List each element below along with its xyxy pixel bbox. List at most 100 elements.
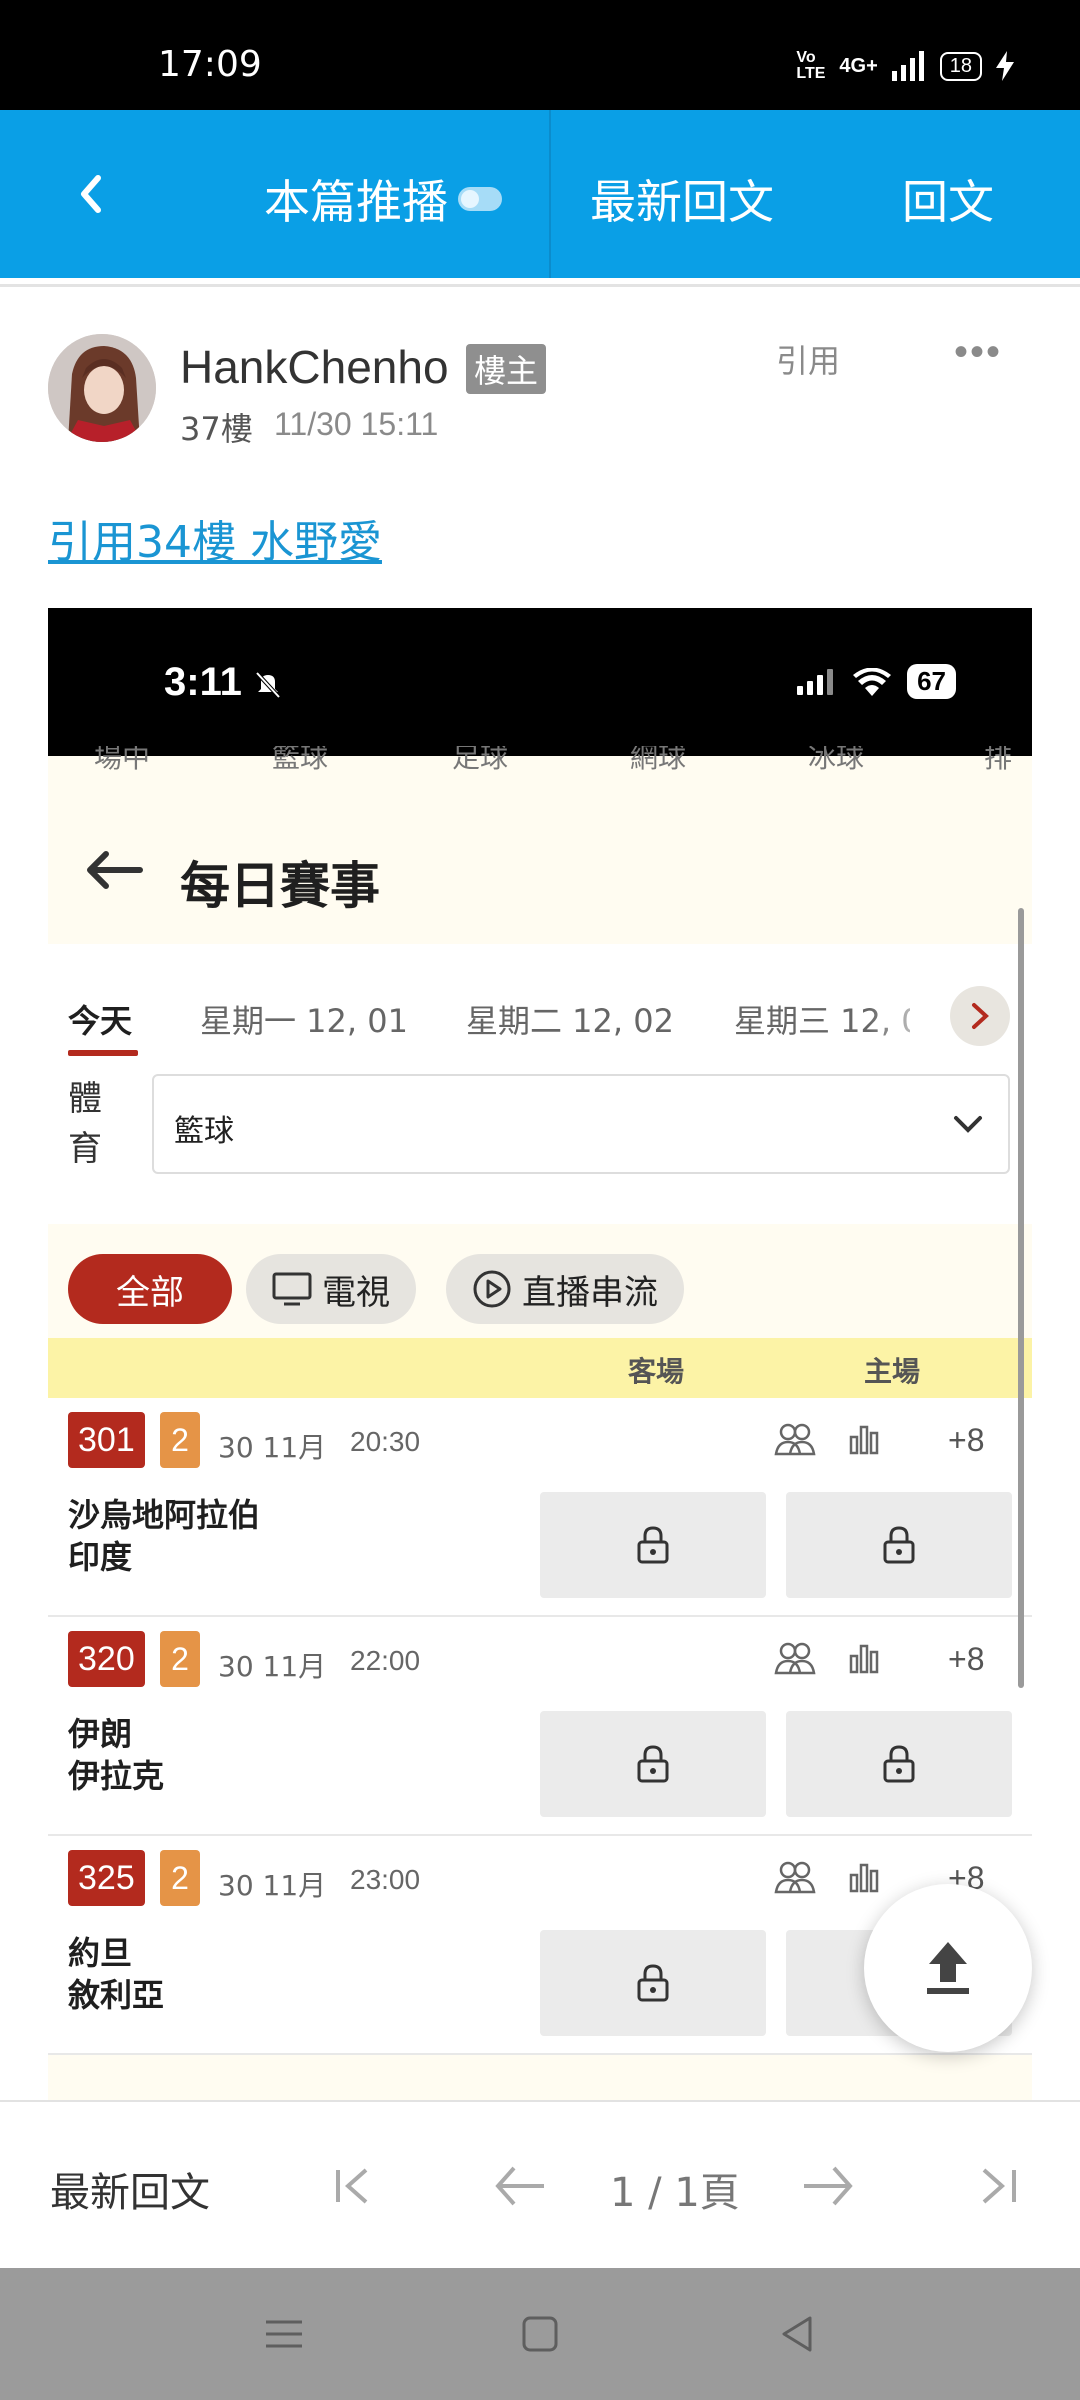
home-odds-button[interactable] xyxy=(786,1492,1012,1598)
sport-category-strip: 場中 籃球 足球 網球 冰球 排球 xyxy=(48,746,1032,774)
team-name: 伊拉克 xyxy=(68,1757,165,1795)
away-odds-button[interactable] xyxy=(540,1711,766,1817)
match-time: 22:00 xyxy=(350,1645,421,1676)
battery-indicator: 18 xyxy=(939,51,982,81)
match-id: 301 xyxy=(68,1412,145,1468)
team-name: 約旦 xyxy=(68,1934,133,1972)
status-icons: Vo LTE 4G+ 18 xyxy=(796,50,1014,82)
latest-replies-button[interactable]: 最新回文 xyxy=(590,166,774,232)
pager-latest-replies[interactable]: 最新回文 xyxy=(50,2160,210,2218)
avatar[interactable] xyxy=(48,334,156,442)
away-odds-button[interactable] xyxy=(540,1492,766,1598)
team-name: 沙烏地阿拉伯 xyxy=(68,1496,261,1534)
first-page-icon[interactable] xyxy=(326,2158,382,2214)
op-badge: 樓主 xyxy=(466,344,547,394)
more-options-icon[interactable]: ••• xyxy=(954,330,1002,375)
tv-icon xyxy=(272,1272,312,1306)
next-page-icon[interactable] xyxy=(798,2158,858,2214)
cellular-icon xyxy=(797,668,834,695)
more-markets[interactable]: +8 xyxy=(948,1422,984,1459)
match-row[interactable]: 320 2 30 11月 22:00 +8 伊朗 伊拉克 xyxy=(48,1617,1032,1836)
match-date: 30 11月 xyxy=(218,1431,327,1464)
quote-link[interactable]: 引用34樓 水野愛 xyxy=(48,506,382,570)
tab-tuesday[interactable]: 星期二 12, 02 xyxy=(466,996,674,1042)
filter-tv[interactable]: 電視 xyxy=(246,1254,416,1324)
filter-chips: 全部 電視 直播串流 xyxy=(48,1224,1032,1354)
play-circle-icon xyxy=(473,1270,511,1308)
match-count-badge: 2 xyxy=(160,1850,200,1906)
sport-category[interactable]: 場中 xyxy=(94,746,150,774)
stats-icon[interactable] xyxy=(848,1423,880,1455)
app-header: 本篇推播 最新回文 回文 xyxy=(0,110,1080,278)
quote-button[interactable]: 引用 xyxy=(776,336,840,382)
match-time: 23:00 xyxy=(350,1864,421,1895)
prev-page-icon[interactable] xyxy=(490,2158,550,2214)
scroll-top-button[interactable] xyxy=(864,1884,1032,2052)
date-tabs-area: 今天 星期一 12, 01 星期二 12, 02 星期三 12, 03 體育 籃… xyxy=(48,944,1032,1224)
away-odds-button[interactable] xyxy=(540,1930,766,2036)
embedded-screenshot[interactable]: 3:11 67 場中 籃球 足球 網球 冰球 排球 每日賽事 今天 星期一 12… xyxy=(48,608,1032,2102)
header-divider xyxy=(549,110,551,278)
status-time: 17:09 xyxy=(158,44,262,85)
arrow-left-icon[interactable] xyxy=(84,848,144,892)
signal-icon xyxy=(891,51,924,81)
sport-category[interactable]: 網球 xyxy=(630,746,686,774)
reply-button[interactable]: 回文 xyxy=(902,166,994,232)
sport-category[interactable]: 籃球 xyxy=(272,746,328,774)
match-count-badge: 2 xyxy=(160,1631,200,1687)
stats-icon[interactable] xyxy=(848,1861,880,1893)
lineup-icon[interactable] xyxy=(774,1860,816,1894)
push-toggle[interactable]: 本篇推播 xyxy=(264,166,502,232)
back-nav-icon[interactable] xyxy=(776,2312,820,2356)
post-datetime: 11/30 15:11 xyxy=(274,406,439,442)
ios-time: 3:11 xyxy=(164,660,283,705)
tab-monday[interactable]: 星期一 12, 01 xyxy=(200,996,408,1042)
match-icons xyxy=(774,1422,880,1456)
divider xyxy=(0,284,1080,287)
wifi-icon xyxy=(853,667,892,696)
toggle-switch[interactable] xyxy=(458,187,502,211)
filter-all[interactable]: 全部 xyxy=(68,1254,232,1324)
filter-all-label: 全部 xyxy=(116,1272,184,1313)
home-odds-button[interactable] xyxy=(786,1711,1012,1817)
back-icon[interactable] xyxy=(62,164,122,224)
chevron-right-icon xyxy=(972,1003,989,1029)
more-markets[interactable]: +8 xyxy=(948,1641,984,1678)
match-id: 320 xyxy=(68,1631,145,1687)
home-icon[interactable] xyxy=(518,2312,562,2356)
match-id: 325 xyxy=(68,1850,145,1906)
lock-icon xyxy=(883,1526,915,1564)
team-name: 伊朗 xyxy=(68,1715,133,1753)
match-count-badge: 2 xyxy=(160,1412,200,1468)
status-bar: 17:09 Vo LTE 4G+ 18 xyxy=(0,0,1080,110)
match-time: 20:30 xyxy=(350,1426,421,1457)
ios-status-icons: 67 xyxy=(797,664,956,699)
match-row[interactable]: 301 2 30 11月 20:30 +8 沙烏地阿拉伯 印度 xyxy=(48,1398,1032,1617)
filter-tv-label: 電視 xyxy=(322,1272,390,1313)
ios-battery: 67 xyxy=(907,664,956,699)
team-name: 印度 xyxy=(68,1538,133,1576)
sport-category[interactable]: 排球 xyxy=(984,746,1032,774)
filter-live-stream[interactable]: 直播串流 xyxy=(446,1254,684,1324)
stats-icon[interactable] xyxy=(848,1642,880,1674)
bell-slash-icon xyxy=(255,672,281,699)
sport-select[interactable]: 籃球 xyxy=(152,1074,1010,1174)
tabs-next-button[interactable] xyxy=(950,986,1010,1046)
menu-icon[interactable] xyxy=(262,2312,306,2356)
pagination-bar: 最新回文 1 / 1頁 xyxy=(0,2100,1080,2268)
odds-column-header: 客場 主場 xyxy=(48,1338,1032,1398)
lineup-icon[interactable] xyxy=(774,1422,816,1456)
system-nav-bar xyxy=(0,2268,1080,2400)
embedded-scrollbar xyxy=(1018,908,1024,1688)
sport-category[interactable]: 冰球 xyxy=(808,746,864,774)
username[interactable]: HankChenho xyxy=(180,340,449,394)
match-date: 30 11月 xyxy=(218,1650,327,1683)
lock-icon xyxy=(637,1526,669,1564)
last-page-icon[interactable] xyxy=(970,2158,1026,2214)
lineup-icon[interactable] xyxy=(774,1641,816,1675)
ios-status-bar: 3:11 67 xyxy=(48,608,1032,756)
tab-today[interactable]: 今天 xyxy=(68,996,132,1042)
page-indicator[interactable]: 1 / 1頁 xyxy=(610,2160,740,2218)
sport-category[interactable]: 足球 xyxy=(452,746,508,774)
chevron-down-icon xyxy=(954,1116,982,1133)
